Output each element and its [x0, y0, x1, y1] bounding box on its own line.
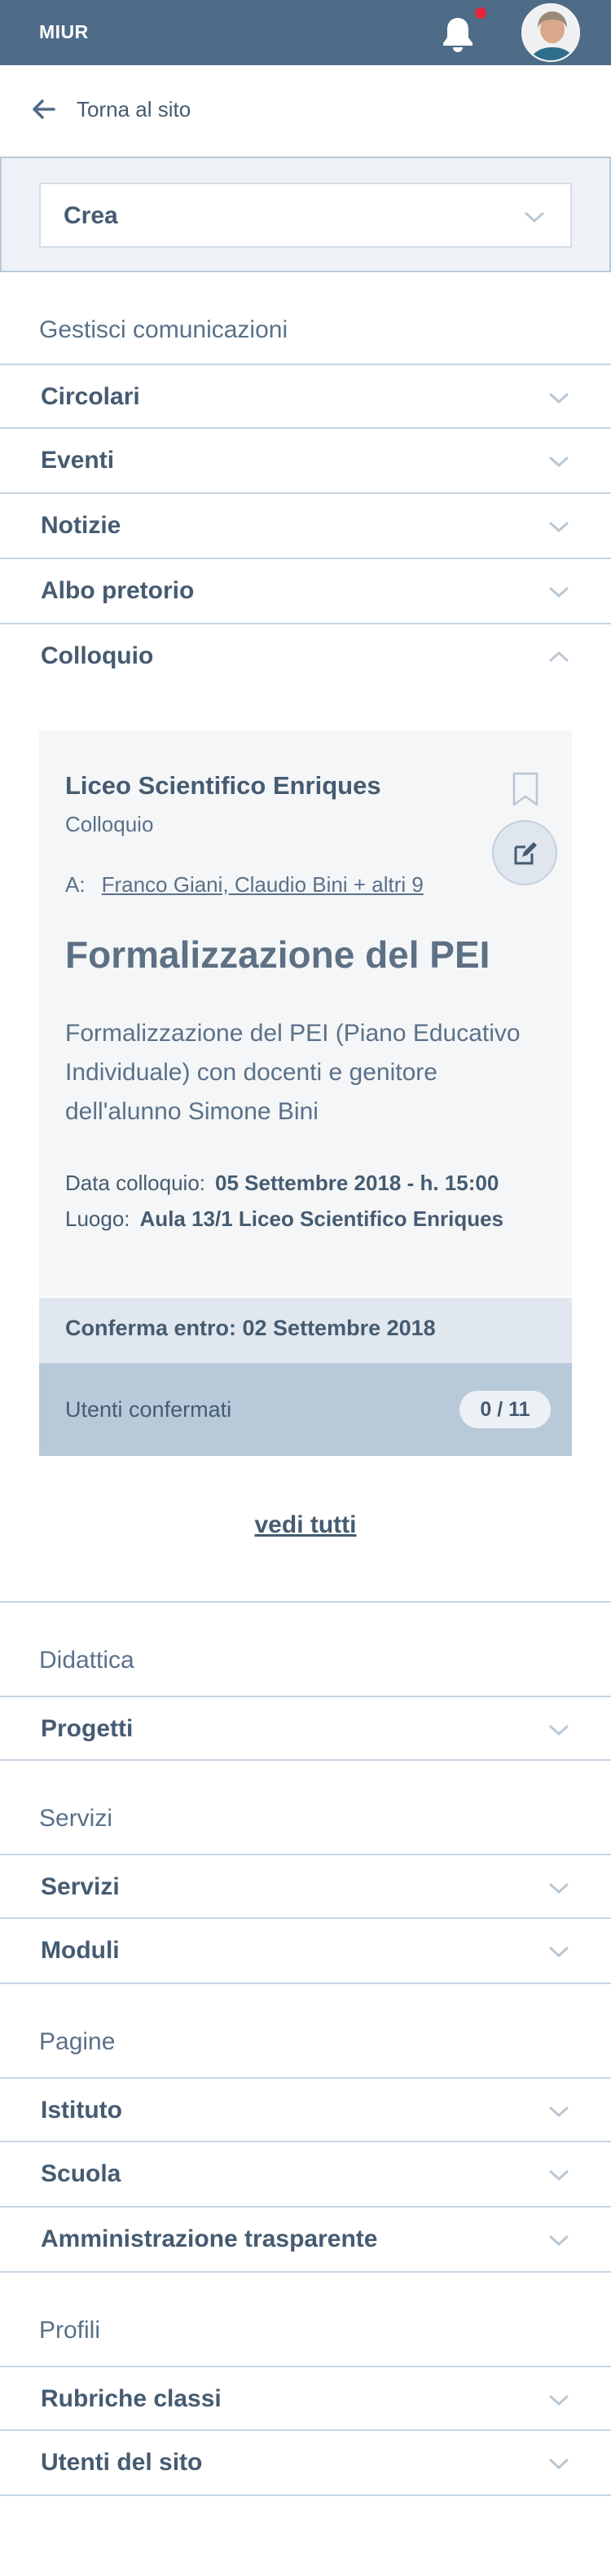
notification-badge: [473, 5, 489, 21]
section-title-profili: Profili: [39, 2317, 101, 2344]
chevron-down-icon: [549, 1725, 569, 1736]
confirmed-users-label: Utenti confermati: [65, 1397, 232, 1422]
menu-item-eventi[interactable]: Eventi: [0, 429, 611, 494]
card-place: Luogo: Aula 13/1 Liceo Scientifico Enriqu…: [65, 1206, 503, 1232]
user-avatar-icon: [523, 5, 578, 60]
chevron-up-icon: [549, 651, 569, 662]
chevron-down-icon: [549, 2106, 569, 2118]
card-heading: Formalizzazione del PEI: [65, 933, 490, 976]
see-all-link[interactable]: vedi tutti: [0, 1511, 611, 1539]
menu-item-amministrazione-trasparente[interactable]: Amministrazione trasparente: [0, 2208, 611, 2273]
back-link-label: Torna al sito: [77, 96, 191, 121]
menu-item-moduli[interactable]: Moduli: [0, 1919, 611, 1984]
menu-item-label: Albo pretorio: [41, 577, 195, 604]
menu-item-label: Moduli: [41, 1937, 120, 1964]
menu-item-label: Amministrazione trasparente: [41, 2225, 378, 2252]
menu-item-label: Utenti del sito: [41, 2449, 203, 2476]
menu-item-label: Colloquio: [41, 642, 154, 669]
confirm-deadline-bar: Conferma entro: 02 Settembre 2018: [39, 1298, 572, 1363]
chevron-down-icon: [549, 2459, 569, 2470]
chevron-down-icon: [549, 522, 569, 533]
place-value: Aula 13/1 Liceo Scientifico Enriques: [139, 1206, 503, 1231]
menu-item-circolari[interactable]: Circolari: [0, 364, 611, 429]
chevron-down-icon: [549, 1947, 569, 1958]
edit-icon: [514, 842, 537, 865]
section-title-comunicazioni: Gestisci comunicazioni: [39, 316, 288, 343]
menu-item-rubriche-classi[interactable]: Rubriche classi: [0, 2366, 611, 2431]
create-select-value: Crea: [64, 202, 118, 229]
colloquio-card: Liceo Scientifico Enriques Colloquio A: F…: [39, 730, 572, 1456]
arrow-left-icon: [33, 99, 55, 119]
chevron-down-icon: [525, 212, 544, 223]
menu-item-label: Circolari: [41, 383, 140, 410]
menu-item-progetti[interactable]: Progetti: [0, 1696, 611, 1761]
card-date: Data colloquio: 05 Settembre 2018 - h. 15…: [65, 1171, 499, 1196]
back-to-site-link[interactable]: Torna al sito: [29, 91, 191, 127]
date-value: 05 Settembre 2018 - h. 15:00: [215, 1171, 499, 1195]
create-panel: Crea: [0, 157, 611, 272]
top-bar: MIUR: [0, 0, 611, 65]
menu-item-scuola[interactable]: Scuola: [0, 2142, 611, 2208]
confirmed-users-count: 0 / 11: [459, 1391, 551, 1428]
place-label: Luogo:: [65, 1206, 130, 1231]
create-select[interactable]: Crea: [39, 183, 572, 248]
menu-item-colloquio[interactable]: Colloquio: [0, 624, 611, 690]
menu-item-utenti-del-sito[interactable]: Utenti del sito: [0, 2431, 611, 2496]
chevron-down-icon: [549, 2235, 569, 2247]
avatar[interactable]: [521, 3, 580, 62]
menu-item-notizie[interactable]: Notizie: [0, 494, 611, 559]
chevron-down-icon: [549, 1883, 569, 1895]
chevron-down-icon: [549, 393, 569, 404]
recipients-link[interactable]: Franco Giani, Claudio Bini + altri 9: [102, 872, 424, 897]
menu-item-albo-pretorio[interactable]: Albo pretorio: [0, 559, 611, 624]
section-divider: [0, 1601, 611, 1603]
recipients-label: A:: [65, 872, 86, 897]
section-title-didattica: Didattica: [39, 1647, 134, 1674]
menu-item-label: Rubriche classi: [41, 2385, 222, 2412]
section-title-servizi: Servizi: [39, 1805, 113, 1832]
confirmed-users-bar[interactable]: Utenti confermati 0 / 11: [39, 1363, 572, 1456]
bell-icon[interactable]: [440, 15, 476, 54]
edit-button[interactable]: [492, 820, 557, 885]
menu-item-label: Scuola: [41, 2160, 121, 2187]
menu-item-label: Servizi: [41, 1873, 120, 1900]
chevron-down-icon: [549, 2170, 569, 2181]
menu-item-servizi[interactable]: Servizi: [0, 1854, 611, 1919]
brand-label: MIUR: [39, 21, 89, 42]
menu-item-label: Notizie: [41, 512, 121, 539]
chevron-down-icon: [549, 457, 569, 468]
date-label: Data colloquio:: [65, 1171, 205, 1195]
section-title-pagine: Pagine: [39, 2028, 116, 2055]
chevron-down-icon: [549, 2395, 569, 2406]
bookmark-icon[interactable]: [512, 771, 539, 807]
menu-item-label: Istituto: [41, 2097, 122, 2124]
card-description: Formalizzazione del PEI (Piano Educativo…: [65, 1020, 521, 1125]
menu-item-istituto[interactable]: Istituto: [0, 2077, 611, 2142]
card-type: Colloquio: [65, 812, 154, 836]
menu-item-label: Progetti: [41, 1715, 134, 1742]
menu-item-label: Eventi: [41, 447, 115, 474]
card-recipients: A: Franco Giani, Claudio Bini + altri 9: [65, 872, 424, 898]
confirm-deadline: Conferma entro: 02 Settembre 2018: [65, 1316, 436, 1340]
chevron-down-icon: [549, 587, 569, 598]
card-school: Liceo Scientifico Enriques: [65, 771, 381, 800]
